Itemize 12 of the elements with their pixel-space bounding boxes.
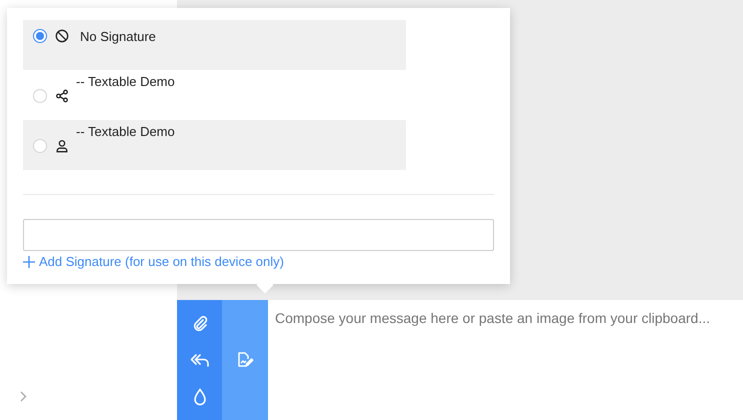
option-label: No Signature — [80, 29, 156, 44]
person-icon — [55, 139, 69, 153]
option-label: -- Textable Demo — [76, 74, 175, 89]
radio-button[interactable] — [33, 29, 47, 43]
signature-option[interactable]: -- Textable Demo — [23, 120, 406, 170]
signature-input-field[interactable] — [23, 219, 494, 251]
signature-option[interactable]: No Signature — [23, 20, 406, 70]
plus-icon — [23, 256, 35, 268]
chevron-right-icon[interactable] — [20, 391, 27, 402]
option-label: -- Textable Demo — [76, 124, 175, 139]
prohibited-icon — [55, 29, 69, 43]
share-icon — [55, 89, 69, 103]
